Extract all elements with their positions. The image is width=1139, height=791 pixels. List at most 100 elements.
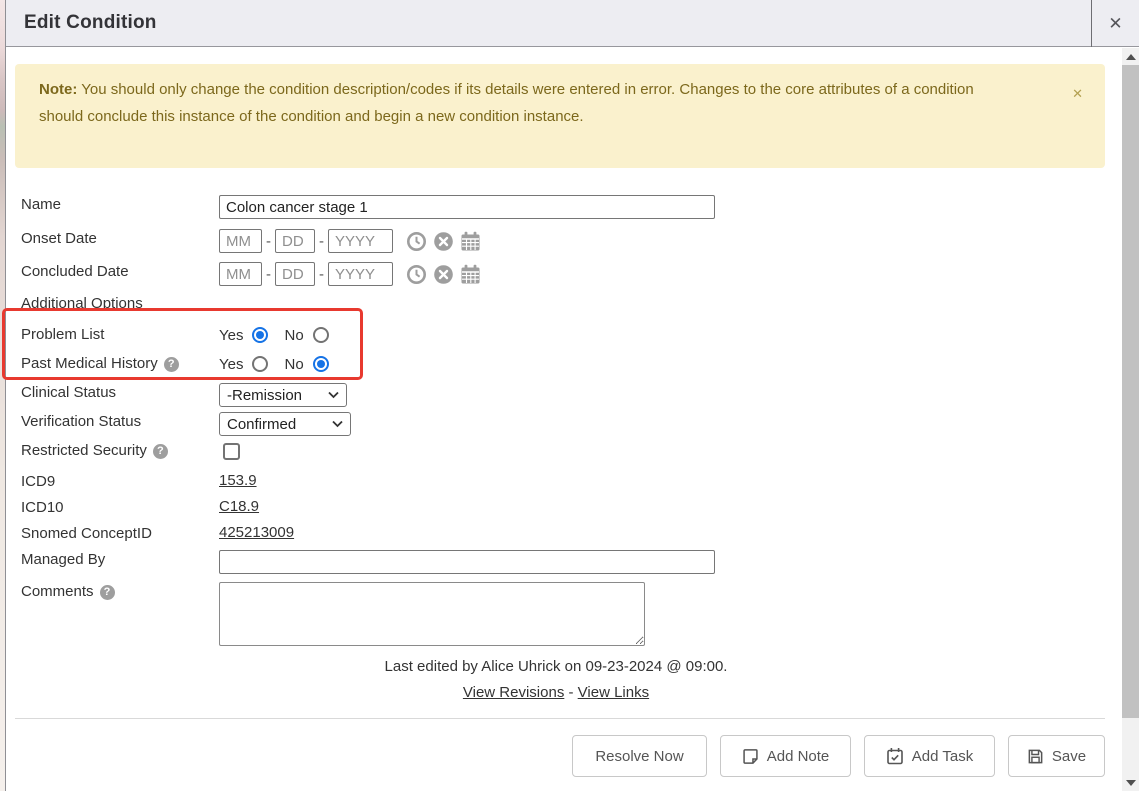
pmh-yes-radio[interactable] — [252, 356, 268, 372]
restricted-security-row: Restricted Security ? — [21, 441, 1105, 461]
verification-status-value: Confirmed — [227, 416, 296, 433]
name-input[interactable] — [219, 195, 715, 219]
icd10-label: ICD10 — [21, 498, 219, 518]
note-banner-text: Note: You should only change the conditi… — [39, 76, 991, 130]
verification-status-label: Verification Status — [21, 412, 219, 432]
additional-options-link[interactable]: Additional Options — [21, 295, 143, 312]
verification-status-row: Verification Status Confirmed — [21, 412, 1105, 436]
additional-options-row: Additional Options — [21, 295, 1105, 312]
icd9-link[interactable]: 153.9 — [219, 472, 257, 489]
snomed-label: Snomed ConceptID — [21, 524, 219, 544]
dialog-button-row: Resolve Now Add Note Add Task — [572, 735, 1105, 777]
scrollbar-up-button[interactable] — [1122, 48, 1139, 65]
problem-list-row: Problem List Yes No — [21, 325, 1105, 345]
scrollbar-thumb[interactable] — [1122, 65, 1139, 718]
clinical-status-row: Clinical Status -Remission — [21, 383, 1105, 407]
resolve-now-button[interactable]: Resolve Now — [572, 735, 707, 777]
last-edited-text: Last edited by Alice Uhrick on 09-23-202… — [7, 658, 1105, 675]
problem-list-no-label: No — [284, 327, 303, 344]
calendar-check-icon — [886, 747, 904, 765]
problem-list-yes-radio[interactable] — [252, 327, 268, 343]
date-separator: - — [319, 233, 324, 250]
managed-by-input[interactable] — [219, 550, 715, 574]
problem-list-no-radio[interactable] — [313, 327, 329, 343]
note-icon — [742, 748, 759, 765]
restricted-security-checkbox[interactable] — [223, 443, 240, 460]
help-icon[interactable]: ? — [153, 444, 168, 459]
problem-list-label: Problem List — [21, 325, 219, 345]
banner-dismiss-icon[interactable]: ✕ — [1072, 80, 1083, 107]
scrollbar-down-button[interactable] — [1122, 774, 1139, 791]
edit-condition-dialog: Edit Condition ✕ Note: You should only c… — [5, 0, 1139, 791]
footer-divider — [15, 718, 1105, 719]
help-icon[interactable]: ? — [100, 585, 115, 600]
resolve-now-label: Resolve Now — [595, 748, 683, 765]
calendar-icon[interactable] — [460, 264, 481, 285]
view-links-link[interactable]: View Links — [578, 684, 649, 701]
name-label: Name — [21, 195, 219, 215]
comments-label: Comments — [21, 582, 94, 602]
past-medical-history-row: Past Medical History ? Yes No — [21, 354, 1105, 374]
dialog-title: Edit Condition — [6, 12, 157, 34]
revision-links-line: View Revisions - View Links — [7, 684, 1105, 701]
concluded-dd-input[interactable] — [275, 262, 315, 286]
scrollbar[interactable] — [1122, 48, 1139, 791]
clinical-status-value: -Remission — [227, 387, 302, 404]
verification-status-select[interactable]: Confirmed — [219, 412, 351, 436]
dialog-titlebar: Edit Condition ✕ — [6, 0, 1139, 47]
date-separator: - — [266, 233, 271, 250]
add-note-label: Add Note — [767, 748, 830, 765]
comments-row: Comments ? — [21, 582, 1105, 646]
link-separator: - — [569, 684, 574, 701]
triangle-down-icon — [1126, 780, 1136, 786]
clear-date-icon[interactable] — [433, 231, 454, 252]
onset-mm-input[interactable] — [219, 229, 262, 253]
managed-by-label: Managed By — [21, 550, 219, 570]
concluded-mm-input[interactable] — [219, 262, 262, 286]
concluded-yyyy-input[interactable] — [328, 262, 393, 286]
icd9-label: ICD9 — [21, 472, 219, 492]
add-task-button[interactable]: Add Task — [864, 735, 995, 777]
help-icon[interactable]: ? — [164, 357, 179, 372]
chevron-down-icon — [332, 420, 343, 428]
add-note-button[interactable]: Add Note — [720, 735, 851, 777]
icd9-row: ICD9 153.9 — [21, 472, 1105, 492]
clock-icon[interactable] — [406, 231, 427, 252]
save-button[interactable]: Save — [1008, 735, 1105, 777]
problem-list-yes-label: Yes — [219, 327, 243, 344]
onset-dd-input[interactable] — [275, 229, 315, 253]
save-icon — [1027, 748, 1044, 765]
pmh-yes-label: Yes — [219, 356, 243, 373]
snomed-row: Snomed ConceptID 425213009 — [21, 524, 1105, 544]
pmh-no-radio[interactable] — [313, 356, 329, 372]
clear-date-icon[interactable] — [433, 264, 454, 285]
snomed-link[interactable]: 425213009 — [219, 524, 294, 541]
clinical-status-select[interactable]: -Remission — [219, 383, 347, 407]
save-label: Save — [1052, 748, 1086, 765]
close-icon[interactable]: ✕ — [1092, 0, 1139, 47]
note-banner: Note: You should only change the conditi… — [15, 64, 1105, 168]
pmh-no-label: No — [284, 356, 303, 373]
onset-yyyy-input[interactable] — [328, 229, 393, 253]
triangle-up-icon — [1126, 54, 1136, 60]
onset-date-label: Onset Date — [21, 229, 219, 249]
onset-date-row: Onset Date - - — [21, 229, 1105, 253]
restricted-security-label: Restricted Security — [21, 441, 147, 461]
add-task-label: Add Task — [912, 748, 973, 765]
clinical-status-label: Clinical Status — [21, 383, 219, 403]
calendar-icon[interactable] — [460, 231, 481, 252]
note-banner-label: Note: — [39, 81, 77, 98]
icd10-link[interactable]: C18.9 — [219, 498, 259, 515]
dialog-content: Note: You should only change the conditi… — [7, 48, 1122, 791]
view-revisions-link[interactable]: View Revisions — [463, 684, 564, 701]
icd10-row: ICD10 C18.9 — [21, 498, 1105, 518]
date-separator: - — [266, 266, 271, 283]
comments-textarea[interactable] — [219, 582, 645, 646]
concluded-date-row: Concluded Date - - — [21, 262, 1105, 286]
clock-icon[interactable] — [406, 264, 427, 285]
chevron-down-icon — [328, 391, 339, 399]
date-separator: - — [319, 266, 324, 283]
name-row: Name — [21, 195, 1105, 219]
past-medical-history-label: Past Medical History — [21, 354, 158, 374]
concluded-date-label: Concluded Date — [21, 262, 219, 282]
